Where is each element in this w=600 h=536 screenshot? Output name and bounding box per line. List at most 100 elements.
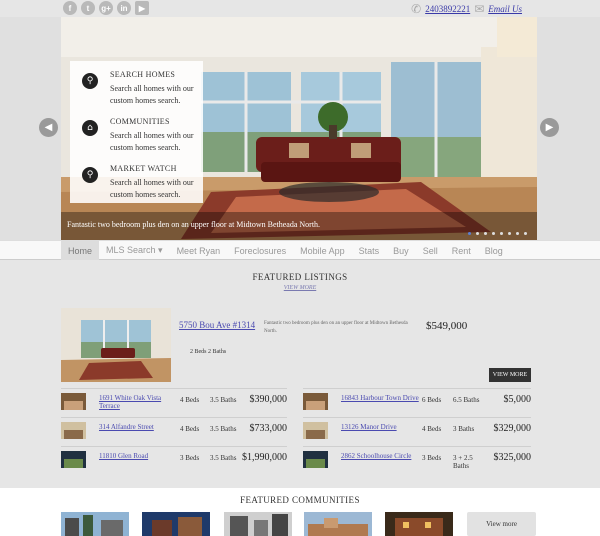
listing-thumbnail[interactable] <box>303 393 328 410</box>
youtube-icon[interactable]: ▶ <box>135 1 149 15</box>
magnifier-icon: ⚲ <box>82 167 98 183</box>
listing-row[interactable]: 11810 Glen Road 3 Beds 3.5 Baths $1,990,000 <box>61 446 287 474</box>
listing-row[interactable]: 314 Alfandre Street 4 Beds 3.5 Baths $733,0… <box>61 417 287 445</box>
listing-thumbnail[interactable] <box>61 393 86 410</box>
nav-item-rent[interactable]: Rent <box>445 241 478 260</box>
feature-desc: Search all homes with our custom homes s… <box>110 84 194 105</box>
featured-listing-price: $549,000 <box>426 320 468 332</box>
community-card[interactable] <box>304 512 372 536</box>
listing-beds: 6 Beds <box>422 396 442 404</box>
phone-icon: ✆ <box>411 2 422 16</box>
twitter-icon[interactable]: t <box>81 1 95 15</box>
listing-price: $1,990,000 <box>242 452 287 463</box>
listing-price: $325,000 <box>493 452 532 463</box>
linkedin-icon[interactable]: in <box>117 1 131 15</box>
featured-listing-address[interactable]: 5750 Bou Ave #1314 <box>179 320 255 330</box>
listing-address[interactable]: 11810 Glen Road <box>99 452 179 460</box>
phone-link[interactable]: 2403892221 <box>425 4 470 14</box>
slider-dot[interactable] <box>492 232 495 235</box>
social-links: f t g+ in ▶ <box>63 1 149 15</box>
feature-title: COMMUNITIES <box>110 117 170 126</box>
slider-dot[interactable] <box>484 232 487 235</box>
community-card[interactable] <box>385 512 453 536</box>
feature-title: SEARCH HOMES <box>110 70 176 79</box>
community-card[interactable] <box>142 512 210 536</box>
communities-view-more-button[interactable]: View more <box>467 512 536 536</box>
google-plus-icon[interactable]: g+ <box>99 1 113 15</box>
contact-info: ✆ 2403892221 ✉ Email Us <box>411 2 522 16</box>
search-icon: ⚲ <box>82 73 98 89</box>
nav-item-meet-ryan[interactable]: Meet Ryan <box>170 241 228 260</box>
listing-thumbnail[interactable] <box>303 422 328 439</box>
feature-search-homes[interactable]: ⚲ SEARCH HOMES Search all homes with our… <box>70 61 203 108</box>
listing-address[interactable]: 2862 Schoolhouse Circle <box>341 452 421 460</box>
listing-row[interactable]: 16843 Harbour Town Drive 6 Beds 6.5 Baths $… <box>303 388 531 416</box>
hero-slider: ◀ ▶ ⚲ SEARCH HOMES Search all homes with… <box>0 17 600 240</box>
nav-item-home[interactable]: Home <box>61 241 100 260</box>
nav-item-foreclosures[interactable]: Foreclosures <box>227 241 293 260</box>
facebook-icon[interactable]: f <box>63 1 77 15</box>
listing-baths: 6.5 Baths <box>453 396 480 404</box>
slider-next-button[interactable]: ▶ <box>540 118 559 137</box>
envelope-icon: ✉ <box>474 2 485 16</box>
listing-baths: 3.5 Baths <box>210 396 237 404</box>
listing-row[interactable]: 2862 Schoolhouse Circle 3 Beds 3 + 2.5 Bat… <box>303 446 531 474</box>
listing-beds: 4 Beds <box>422 425 442 433</box>
view-more-button[interactable]: VIEW MORE <box>489 368 531 382</box>
featured-listing-desc: Fantastic two bedroom plus den on an upp… <box>264 321 408 334</box>
listing-address[interactable]: 1691 White Oak Vista Terrace <box>99 394 179 410</box>
slider-dot[interactable] <box>476 232 479 235</box>
community-card[interactable] <box>224 512 292 536</box>
feature-panel: ⚲ SEARCH HOMES Search all homes with our… <box>70 61 203 203</box>
nav-item-buy[interactable]: Buy <box>386 241 416 260</box>
listing-row[interactable]: 13126 Manor Drive 4 Beds 3 Baths $329,000 <box>303 417 531 445</box>
listing-baths: 3.5 Baths <box>210 454 237 462</box>
main-nav: Home MLS Search ▾ Meet Ryan Foreclosures Mob… <box>0 240 600 260</box>
listing-baths: 3 Baths <box>453 425 475 433</box>
feature-communities[interactable]: ⌂ COMMUNITIES Search all homes with our … <box>70 108 203 155</box>
listing-baths: 3.5 Baths <box>210 425 237 433</box>
nav-item-blog[interactable]: Blog <box>478 241 510 260</box>
community-card[interactable] <box>61 512 129 536</box>
listing-row[interactable]: 1691 White Oak Vista Terrace 4 Beds 3.5 Ba… <box>61 388 287 416</box>
home-icon: ⌂ <box>82 120 98 136</box>
listing-beds: 3 Beds <box>180 454 200 462</box>
slider-dots <box>468 232 527 235</box>
slider-prev-button[interactable]: ◀ <box>39 118 58 137</box>
listing-address[interactable]: 314 Alfandre Street <box>99 423 179 431</box>
slide-caption: Fantastic two bedroom plus den on an upp… <box>61 212 537 240</box>
listings-view-more-link[interactable]: VIEW MORE <box>0 285 600 291</box>
listing-price: $329,000 <box>493 423 532 434</box>
email-link[interactable]: Email Us <box>488 4 522 14</box>
listing-price: $733,000 <box>249 423 288 434</box>
featured-communities-title: FEATURED COMMUNITIES <box>240 495 360 505</box>
top-bar: f t g+ in ▶ ✆ 2403892221 ✉ Email Us <box>0 0 600 17</box>
slider-dot[interactable] <box>500 232 503 235</box>
slider-dot[interactable] <box>508 232 511 235</box>
listing-price: $390,000 <box>249 394 288 405</box>
listing-thumbnail[interactable] <box>303 451 328 468</box>
feature-market-watch[interactable]: ⚲ MARKET WATCH Search all homes with our… <box>70 155 203 202</box>
listing-beds: 3 Beds <box>422 454 442 462</box>
nav-item-mls-search[interactable]: MLS Search ▾ <box>99 241 170 260</box>
feature-desc: Search all homes with our custom homes s… <box>110 131 194 152</box>
slider-dot[interactable] <box>524 232 527 235</box>
caption-text: Fantastic two bedroom plus den on an upp… <box>67 220 321 229</box>
listing-thumbnail[interactable] <box>61 422 86 439</box>
nav-item-stats[interactable]: Stats <box>352 241 387 260</box>
featured-listings-title: FEATURED LISTINGS <box>252 272 348 282</box>
listing-baths: 3 + 2.5 Baths <box>453 454 473 470</box>
nav-item-mobile-app[interactable]: Mobile App <box>293 241 352 260</box>
nav-item-sell[interactable]: Sell <box>416 241 445 260</box>
feature-title: MARKET WATCH <box>110 164 177 173</box>
listing-thumbnail[interactable] <box>61 451 86 468</box>
slider-dot[interactable] <box>468 232 471 235</box>
listing-beds: 4 Beds <box>180 396 200 404</box>
listing-address[interactable]: 16843 Harbour Town Drive <box>341 394 421 402</box>
listing-beds: 4 Beds <box>180 425 200 433</box>
listing-price: $5,000 <box>503 394 532 405</box>
listing-address[interactable]: 13126 Manor Drive <box>341 423 421 431</box>
featured-listing-image[interactable] <box>61 308 171 382</box>
feature-desc: Search all homes with our custom homes s… <box>110 178 194 199</box>
slider-dot[interactable] <box>516 232 519 235</box>
